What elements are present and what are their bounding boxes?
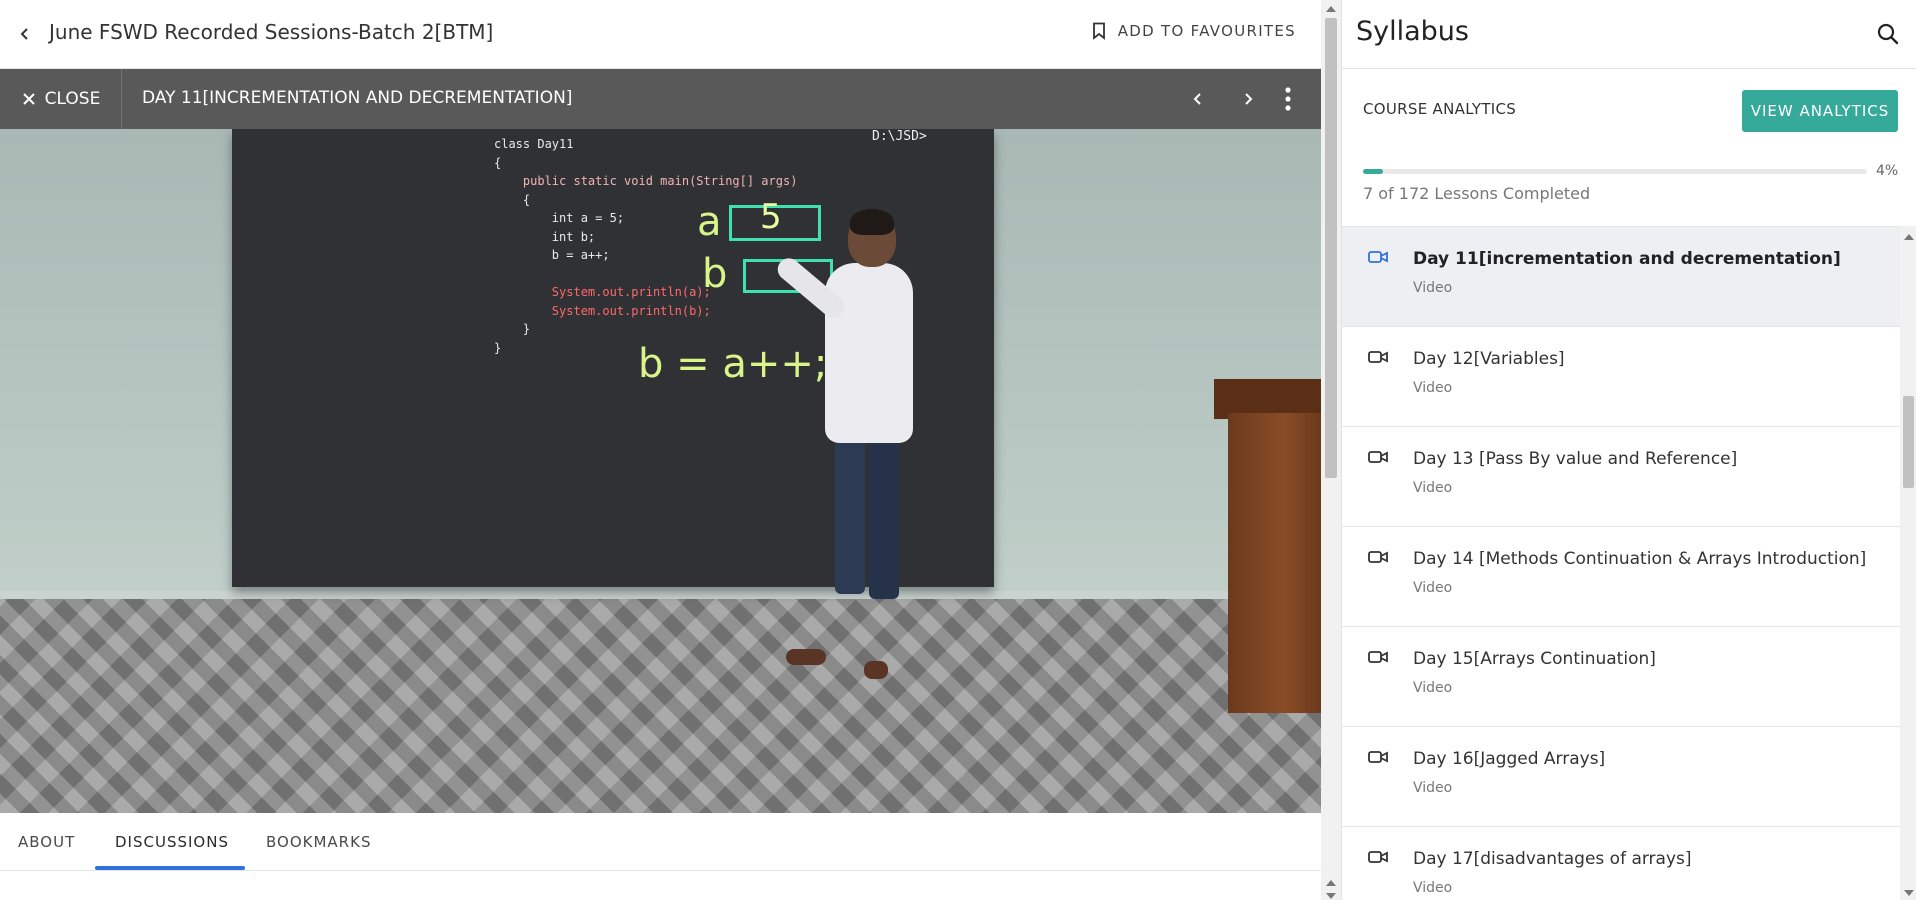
player-scrollbar[interactable] [1321, 0, 1341, 900]
close-icon [22, 93, 35, 105]
video-camera-icon [1368, 451, 1388, 463]
view-analytics-button[interactable]: VIEW ANALYTICS [1742, 90, 1898, 132]
code-line: public static void main(String[] args) [494, 174, 798, 188]
course-progress-fill [1363, 169, 1384, 174]
lesson-item[interactable]: Day 16[Jagged Arrays] Video [1342, 727, 1900, 827]
chalk-b: b [702, 251, 728, 297]
video-presenter-leg [869, 429, 899, 599]
video-code: class Day11 { public static void main(St… [494, 135, 797, 357]
video-presenter-shoe [786, 649, 826, 665]
lesson-title: Day 14 [Methods Continuation & Arrays In… [1413, 549, 1867, 569]
chevron-left-icon [20, 28, 28, 40]
video-camera-icon [1368, 351, 1388, 363]
active-tab-indicator [95, 866, 245, 870]
video-floor [0, 599, 1321, 813]
code-line: } [494, 340, 502, 355]
video-player[interactable]: class Day11 { public static void main(St… [0, 129, 1321, 813]
code-line: } [494, 322, 531, 336]
scroll-up-arrow-icon[interactable] [1904, 234, 1914, 240]
chalk-a-value: 5 [760, 197, 782, 237]
syllabus-header: Syllabus [1342, 0, 1916, 69]
lesson-title: Day 13 [Pass By value and Reference] [1413, 449, 1738, 469]
code-line: System.out.println(b); [494, 303, 711, 318]
video-camera-icon [1368, 751, 1388, 763]
back-button[interactable] [12, 19, 38, 49]
tab-discussions[interactable]: DISCUSSIONS [115, 813, 229, 871]
lesson-type: Video [1413, 280, 1453, 296]
next-lesson-button[interactable] [1232, 83, 1264, 115]
code-line: int a = 5; [494, 211, 625, 225]
course-progress-percent: 4% [1876, 163, 1899, 179]
code-line: System.out.println(a); [494, 285, 711, 299]
video-presenter-leg [835, 429, 865, 594]
course-title: June FSWD Recorded Sessions-Batch 2[BTM] [49, 20, 494, 44]
course-analytics-label: COURSE ANALYTICS [1363, 100, 1517, 118]
player-scrollbar-thumb[interactable] [1325, 18, 1337, 478]
lesson-title: Day 16[Jagged Arrays] [1413, 749, 1606, 769]
video-podium [1228, 413, 1321, 713]
close-button[interactable]: CLOSE [0, 69, 122, 129]
tab-about[interactable]: ABOUT [18, 813, 75, 871]
video-camera-icon [1368, 251, 1388, 263]
scroll-up-arrow-icon[interactable] [1326, 880, 1336, 886]
more-options-button[interactable] [1272, 83, 1304, 115]
lesson-list: Day 11[incrementation and decrementation… [1342, 226, 1900, 900]
add-to-favourites-button[interactable]: ADD TO FAVOURITES [1092, 22, 1296, 40]
previous-lesson-button[interactable] [1182, 83, 1214, 115]
lesson-type: Video [1413, 880, 1453, 896]
scroll-down-arrow-icon[interactable] [1326, 893, 1336, 899]
tab-bookmarks[interactable]: BOOKMARKS [266, 813, 371, 871]
lesson-title: Day 15[Arrays Continuation] [1413, 649, 1656, 669]
bookmark-icon [1092, 22, 1105, 40]
lesson-item[interactable]: Day 15[Arrays Continuation] Video [1342, 627, 1900, 727]
lesson-title: Day 12[Variables] [1413, 349, 1565, 369]
video-prompt: D:\JSD> [872, 129, 927, 144]
chevron-right-icon [1245, 93, 1253, 105]
lesson-tabs: ABOUT DISCUSSIONS BOOKMARKS [0, 813, 1321, 871]
video-camera-icon [1368, 851, 1388, 863]
lesson-list-scrollbar-thumb[interactable] [1903, 396, 1914, 488]
chalk-a: a [697, 199, 722, 245]
scroll-down-arrow-icon[interactable] [1904, 890, 1914, 896]
code-line: class Day11 [494, 137, 574, 151]
syllabus-title: Syllabus [1356, 16, 1469, 47]
lesson-item[interactable]: Day 17[disadvantages of arrays] Video [1342, 827, 1900, 900]
search-button[interactable] [1872, 18, 1904, 50]
lesson-title: Day 11[incrementation and decrementation… [1413, 249, 1841, 269]
code-line: { [494, 155, 502, 170]
video-toolbar: CLOSE DAY 11[INCREMENTATION AND DECREMEN… [0, 69, 1321, 129]
lesson-type: Video [1413, 480, 1453, 496]
video-presenter-body [825, 263, 913, 443]
player-pane: June FSWD Recorded Sessions-Batch 2[BTM]… [0, 0, 1321, 900]
video-camera-icon [1368, 551, 1388, 563]
scroll-up-arrow-icon[interactable] [1326, 6, 1336, 12]
course-progress-text: 7 of 172 Lessons Completed [1363, 184, 1591, 203]
lesson-type: Video [1413, 680, 1453, 696]
more-vertical-icon [1285, 87, 1291, 111]
chevron-left-icon [1193, 93, 1201, 105]
search-icon [1877, 23, 1899, 45]
lesson-title: DAY 11[INCREMENTATION AND DECREMENTATION… [142, 88, 573, 108]
video-presenter-shoe [864, 661, 888, 679]
lesson-type: Video [1413, 580, 1453, 596]
lesson-type: Video [1413, 380, 1453, 396]
video-camera-icon [1368, 651, 1388, 663]
lesson-item[interactable]: Day 11[incrementation and decrementation… [1342, 227, 1900, 327]
lesson-item[interactable]: Day 14 [Methods Continuation & Arrays In… [1342, 527, 1900, 627]
course-header: June FSWD Recorded Sessions-Batch 2[BTM]… [0, 0, 1321, 69]
lesson-type: Video [1413, 780, 1453, 796]
close-label: CLOSE [44, 89, 101, 109]
lesson-item[interactable]: Day 12[Variables] Video [1342, 327, 1900, 427]
lesson-title: Day 17[disadvantages of arrays] [1413, 849, 1692, 869]
lesson-item[interactable]: Day 13 [Pass By value and Reference] Vid… [1342, 427, 1900, 527]
code-line: { [494, 192, 531, 207]
code-line: int b; [494, 229, 596, 244]
lesson-list-scrollbar[interactable] [1900, 226, 1916, 900]
add-to-favourites-label: ADD TO FAVOURITES [1117, 22, 1296, 40]
code-line: b = a++; [494, 248, 610, 262]
syllabus-panel: Syllabus COURSE ANALYTICS VIEW ANALYTICS… [1341, 0, 1916, 900]
chalk-expression: b = a++; [638, 341, 828, 387]
course-progress-bar [1363, 169, 1867, 174]
video-presenter-hair [850, 209, 894, 235]
